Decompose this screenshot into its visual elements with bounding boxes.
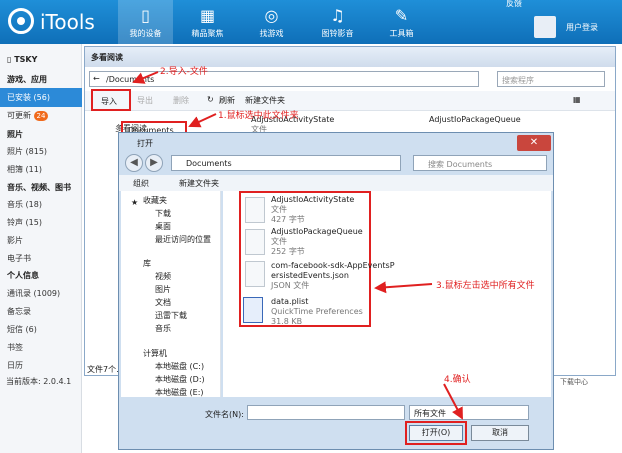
arrow-step-2 xyxy=(132,71,159,84)
annotation-arrows xyxy=(132,71,463,420)
arrow-step-3 xyxy=(374,281,433,294)
arrow-step-4 xyxy=(443,383,463,420)
arrow-step-1 xyxy=(188,113,217,128)
